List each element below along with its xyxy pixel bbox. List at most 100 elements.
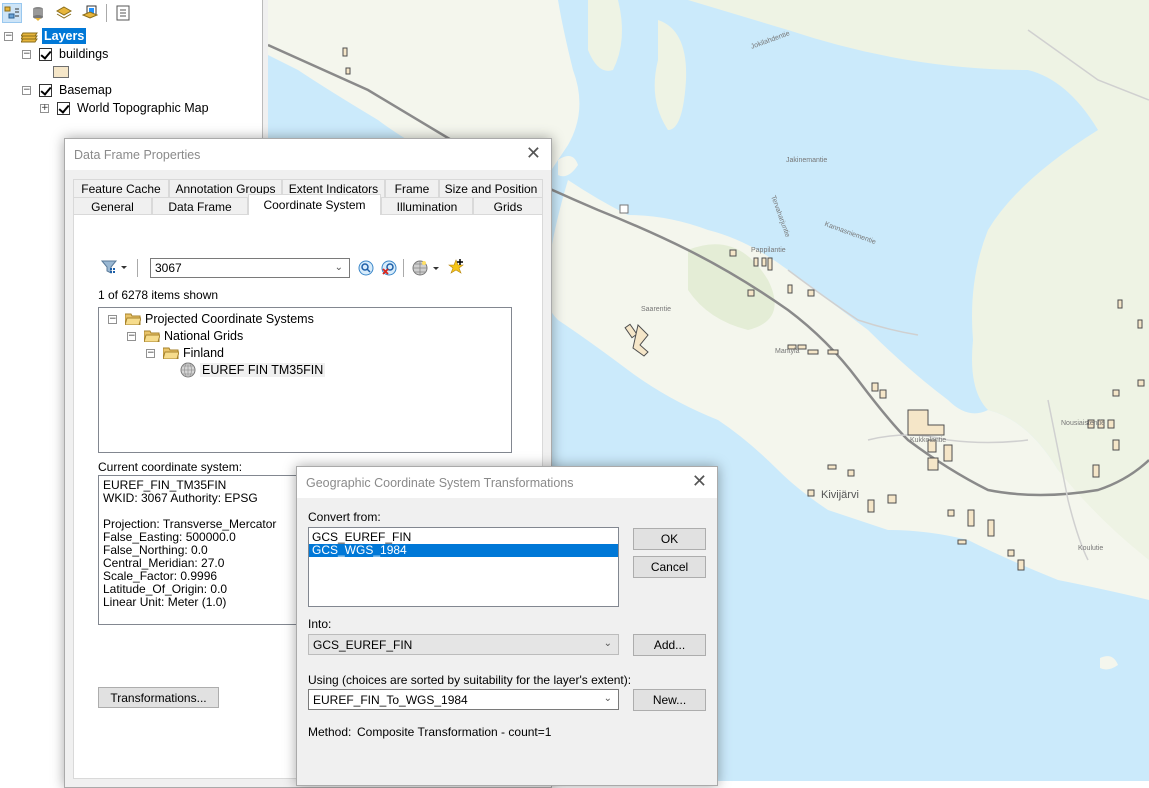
land-island-mid (654, 20, 687, 130)
folder-open-icon (125, 313, 141, 325)
island-small-3 (1100, 656, 1118, 670)
toc-root-layers[interactable]: − Layers (4, 27, 87, 45)
cancel-button[interactable]: Cancel (633, 556, 706, 578)
collapse-icon[interactable]: − (108, 314, 117, 324)
map-label-road: Jakinemantie (786, 157, 828, 164)
tree-node-label[interactable]: EUREF FIN TM35FIN (200, 363, 326, 377)
chevron-down-icon[interactable]: ⌄ (335, 262, 343, 273)
close-icon[interactable]: ✕ (692, 473, 707, 491)
using-combobox[interactable]: EUREF_FIN_To_WGS_1984 ⌄ (308, 689, 619, 710)
polygon-symbol-swatch[interactable] (53, 66, 69, 78)
add-to-favorites-button[interactable] (448, 258, 466, 276)
buildings-symbol[interactable] (53, 63, 69, 81)
folder-open-icon (163, 347, 179, 359)
tree-node-projected-coordinate-systems[interactable]: − Projected Coordinate Systems (108, 311, 314, 327)
collapse-icon[interactable]: − (4, 31, 13, 41)
collapse-icon[interactable]: − (146, 348, 155, 358)
clear-search-icon (381, 260, 397, 276)
tree-node-euref-fin-tm35fin[interactable]: EUREF FIN TM35FIN (180, 362, 326, 378)
tab-feature-cache[interactable]: Feature Cache (73, 179, 169, 197)
toolbar-separator (137, 259, 138, 277)
globe-icon (180, 362, 196, 378)
list-by-drawing-order-icon[interactable] (2, 3, 22, 23)
tab-frame[interactable]: Frame (385, 179, 439, 197)
tab-coordinate-system[interactable]: Coordinate System (248, 194, 381, 215)
using-value[interactable]: EUREF_FIN_To_WGS_1984 (313, 693, 468, 707)
collapse-icon[interactable]: − (22, 49, 31, 59)
tab-grids[interactable]: Grids (473, 197, 543, 215)
land-island-north (588, 0, 622, 71)
tab-general[interactable]: General (73, 197, 152, 215)
tree-node-label[interactable]: Finland (183, 346, 224, 360)
method-value: Composite Transformation - count=1 (357, 725, 552, 739)
layer-label[interactable]: Basemap (59, 83, 112, 97)
using-label: Using (choices are sorted by suitability… (308, 673, 632, 687)
expand-icon[interactable]: + (40, 103, 49, 113)
filter-dropdown-button[interactable] (100, 258, 130, 276)
search-icon (358, 260, 374, 276)
list-by-source-icon[interactable] (28, 3, 48, 23)
tree-node-finland[interactable]: − Finland (146, 345, 224, 361)
tab-data-frame[interactable]: Data Frame (152, 197, 248, 215)
current-cs-label: Current coordinate system: (98, 460, 243, 474)
into-combobox[interactable]: GCS_EUREF_FIN ⌄ (308, 634, 619, 655)
new-button[interactable]: New... (633, 689, 706, 711)
layer-visibility-checkbox[interactable] (39, 47, 52, 61)
tree-node-national-grids[interactable]: − National Grids (127, 328, 243, 344)
transformations-button[interactable]: Transformations... (98, 687, 219, 708)
options-icon[interactable] (113, 3, 133, 23)
into-value[interactable]: GCS_EUREF_FIN (313, 638, 412, 652)
folder-open-icon (144, 330, 160, 342)
toolbar-separator (106, 4, 107, 22)
globe-icon (412, 260, 439, 276)
collapse-icon[interactable]: − (22, 85, 31, 95)
ok-button[interactable]: OK (633, 528, 706, 550)
list-by-visibility-icon[interactable] (54, 3, 74, 23)
dialog-title-bar[interactable]: Data Frame Properties ✕ (65, 139, 551, 170)
clear-search-button[interactable] (380, 259, 398, 277)
search-value[interactable]: 3067 (155, 261, 182, 275)
layer-visibility-checkbox[interactable] (39, 83, 52, 97)
tree-node-label[interactable]: National Grids (164, 329, 243, 343)
map-label-road: Nousiaistentie (1061, 420, 1105, 427)
tab-size-and-position[interactable]: Size and Position (439, 179, 543, 197)
layers-root-label[interactable]: Layers (42, 28, 87, 44)
list-item-gcs-wgs-1984[interactable]: GCS_WGS_1984 (309, 544, 618, 557)
layers-icon (21, 32, 38, 43)
method-label: Method: (308, 725, 352, 739)
dialog-title: Geographic Coordinate System Transformat… (306, 475, 574, 490)
layer-visibility-checkbox[interactable] (57, 101, 70, 115)
add-coordinate-system-dropdown[interactable] (411, 259, 443, 277)
map-label-road: Pappilantie (751, 247, 786, 254)
chevron-down-icon[interactable]: ⌄ (604, 638, 612, 649)
tab-illumination[interactable]: Illumination (381, 197, 473, 215)
chevron-down-icon[interactable]: ⌄ (604, 693, 612, 704)
coordinate-system-tree[interactable]: − Projected Coordinate Systems − Nationa… (98, 307, 512, 453)
toc-layer-world-topographic-map[interactable]: + World Topographic Map (40, 99, 209, 117)
convert-from-label: Convert from: (308, 510, 381, 524)
toolbar-separator (403, 259, 404, 277)
search-combobox[interactable]: 3067 ⌄ (150, 258, 350, 278)
search-button[interactable] (357, 259, 375, 277)
layer-label[interactable]: World Topographic Map (77, 101, 209, 115)
map-label-road: Koulutie (1078, 545, 1104, 552)
into-label: Into: (308, 617, 332, 631)
dialog-title: Data Frame Properties (74, 147, 201, 162)
toc-layer-buildings[interactable]: − buildings (22, 45, 108, 63)
items-shown-count: 1 of 6278 items shown (98, 288, 219, 302)
list-by-selection-icon[interactable] (80, 3, 100, 23)
tree-node-label[interactable]: Projected Coordinate Systems (145, 312, 314, 326)
add-button[interactable]: Add... (633, 634, 706, 656)
convert-from-list[interactable]: GCS_EUREF_FIN GCS_WGS_1984 (308, 527, 619, 607)
filter-icon (101, 260, 127, 274)
layer-label[interactable]: buildings (59, 47, 108, 61)
collapse-icon[interactable]: − (127, 331, 136, 341)
toc-layer-basemap[interactable]: − Basemap (22, 81, 112, 99)
tab-row-2: General Data Frame Coordinate System Ill… (73, 194, 543, 215)
star-add-icon (448, 259, 464, 274)
close-icon[interactable]: ✕ (526, 145, 541, 163)
island-small-2 (558, 156, 578, 177)
map-label-road: Mantyla (775, 348, 800, 355)
map-label-town: Kivijärvi (821, 489, 859, 501)
dialog-title-bar[interactable]: Geographic Coordinate System Transformat… (297, 467, 717, 498)
